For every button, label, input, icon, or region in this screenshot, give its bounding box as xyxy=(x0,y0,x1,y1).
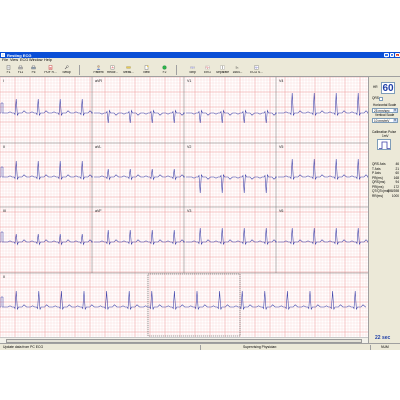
toolbar-button-setup[interactable]: Setup xyxy=(61,64,72,76)
calibration-mark xyxy=(0,231,4,243)
ecg-display[interactable]: I aVR V1 V4 II aVL V2 V5 III aVF V3 V6 I… xyxy=(0,77,368,343)
app-icon xyxy=(1,53,5,57)
status-physician: Supervising Physician: xyxy=(243,345,278,349)
calibration-mark xyxy=(0,102,4,114)
toolbar-button-strip[interactable]: Strip xyxy=(187,64,198,76)
toolbar-button-new[interactable]: New xyxy=(141,64,152,76)
toolbar-button-patient[interactable]: Patient xyxy=(93,64,104,76)
measurement-row: QRS Axis 46 xyxy=(372,162,399,166)
lead-label-v5: V5 xyxy=(279,145,284,149)
hr-label: HR xyxy=(373,85,378,89)
status-message: Update data from PC ECG xyxy=(3,345,44,349)
rhythm-strip-trace xyxy=(2,290,366,310)
measurement-row: QT/QTc(ms) 398/398 xyxy=(372,189,399,193)
document-icon xyxy=(6,64,11,70)
patient-icon xyxy=(96,64,101,70)
record-icon xyxy=(110,65,115,69)
measurement-panel: HR 60 QRS Horizontal Scale 25 mm/sec ▼ V… xyxy=(368,77,400,343)
heart-rate-value: 60 xyxy=(381,82,395,94)
measurement-row: T Axis 21 xyxy=(372,166,399,171)
ecg-trace xyxy=(278,158,368,180)
qrs-label: QRS xyxy=(372,96,379,100)
toolbar-button-ecg-settings[interactable]: ECG S... xyxy=(250,64,263,76)
calibration-mark xyxy=(0,166,4,178)
ecg-trace xyxy=(2,233,94,246)
status-bar: Update data from PC ECG Supervising Phys… xyxy=(0,343,400,350)
toolbar: F1 F11 F6 PDF R... Setup Patient Recor..… xyxy=(0,63,400,77)
ecg-trace xyxy=(2,160,94,180)
maximize-button[interactable]: □ xyxy=(389,52,394,58)
toolbar-button-f1[interactable]: F1 xyxy=(3,64,14,76)
toolbar-button-ekg[interactable]: EKG xyxy=(202,64,213,76)
measurement-row: PRi(ms) 172 xyxy=(372,184,399,189)
toolbar-button-pdf[interactable]: PDF R... xyxy=(44,64,57,76)
lead-label-v4: V4 xyxy=(279,79,284,83)
qrs-checkbox[interactable] xyxy=(379,97,383,101)
lead-label-i: I xyxy=(3,79,4,83)
ecg-trace xyxy=(186,109,278,124)
print-icon xyxy=(18,64,23,69)
elapsed-time: 22 sec xyxy=(375,335,391,341)
lead-label-avf: aVF xyxy=(95,209,102,213)
toolbar-button-record[interactable]: Recor... xyxy=(107,64,118,76)
toolbar-button-f2[interactable]: F2 xyxy=(159,64,170,76)
wrench-icon xyxy=(64,64,69,69)
close-button[interactable]: × xyxy=(395,52,400,58)
separate-icon xyxy=(220,65,225,69)
status-num-lock: NUM xyxy=(381,345,389,349)
go-icon xyxy=(162,64,167,70)
window-title: Resting ECG xyxy=(7,52,32,58)
calibration-pulse xyxy=(377,139,391,150)
lead-label-avl: aVL xyxy=(95,145,102,149)
lead-label-v1: V1 xyxy=(187,79,192,83)
ecg-grid xyxy=(0,77,368,337)
layout-icon: Sx xyxy=(236,66,240,69)
measurement-row: RR(ms) 1000 xyxy=(372,193,399,198)
ecg-trace xyxy=(186,174,278,194)
measurement-row: QRS(ms) 94 xyxy=(372,180,399,184)
calibration-pulse-icon xyxy=(379,141,390,149)
svg-text:Sx: Sx xyxy=(236,66,240,69)
ecg-trace xyxy=(278,92,368,116)
vertical-scale-select[interactable]: 10 mm/mV ▼ xyxy=(372,118,398,123)
minimize-button[interactable]: _ xyxy=(384,52,389,58)
lead-label-v6: V6 xyxy=(279,209,284,213)
lead-label-v2: V2 xyxy=(187,145,192,149)
pdf-icon xyxy=(48,64,53,70)
lead-label-v3: V3 xyxy=(187,209,192,213)
lead-label-rhythm: II xyxy=(3,275,5,279)
ecg-settings-icon xyxy=(254,65,259,69)
printer-icon xyxy=(31,64,36,69)
measurement-row: PR(ms) 168 xyxy=(372,175,399,180)
measurement-row: P Axis 60 xyxy=(372,171,399,175)
toolbar-button-layout[interactable]: Sx 1664... xyxy=(232,64,243,76)
lead-label-iii: III xyxy=(3,209,6,213)
toolbar-button-separate[interactable]: Separate xyxy=(216,64,229,76)
toolbar-button-f11[interactable]: F11 xyxy=(15,64,26,76)
strip-icon xyxy=(190,65,195,69)
lead-label-avr: aVR xyxy=(95,79,102,83)
measure-icon xyxy=(126,66,131,68)
toolbar-button-measure[interactable]: Meas... xyxy=(123,64,134,76)
toolbar-button-f6[interactable]: F6 xyxy=(28,64,39,76)
new-icon xyxy=(144,64,149,70)
chevron-down-icon: ▼ xyxy=(393,119,397,122)
lead-label-ii: II xyxy=(3,145,5,149)
ekg-icon xyxy=(205,65,210,69)
